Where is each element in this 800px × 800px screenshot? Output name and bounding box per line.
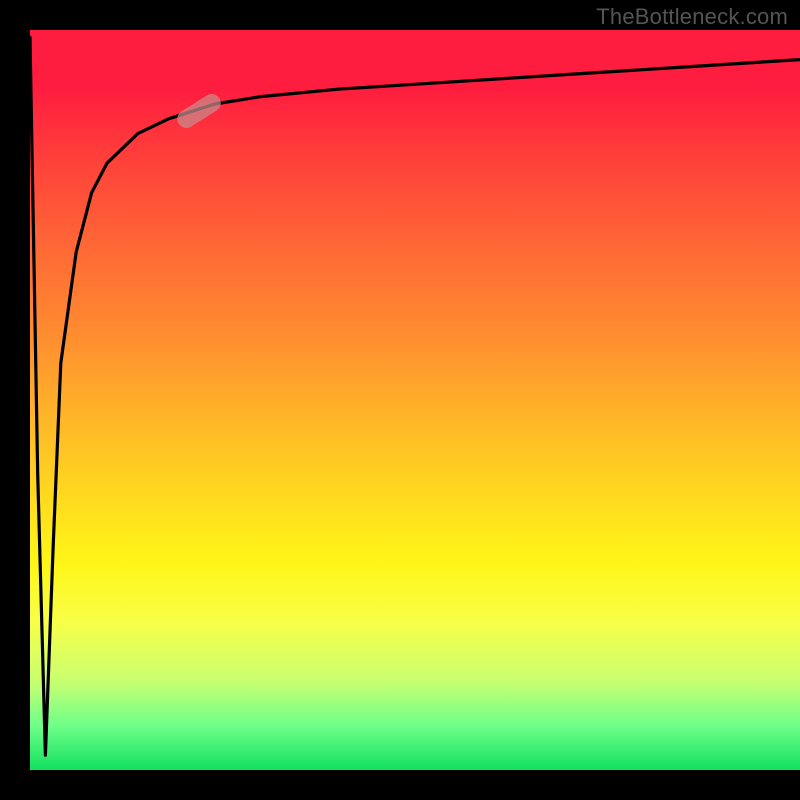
- background-gradient: [30, 30, 800, 770]
- plot-area: [30, 30, 800, 770]
- watermark-text: TheBottleneck.com: [596, 4, 788, 30]
- chart-frame: TheBottleneck.com: [0, 0, 800, 800]
